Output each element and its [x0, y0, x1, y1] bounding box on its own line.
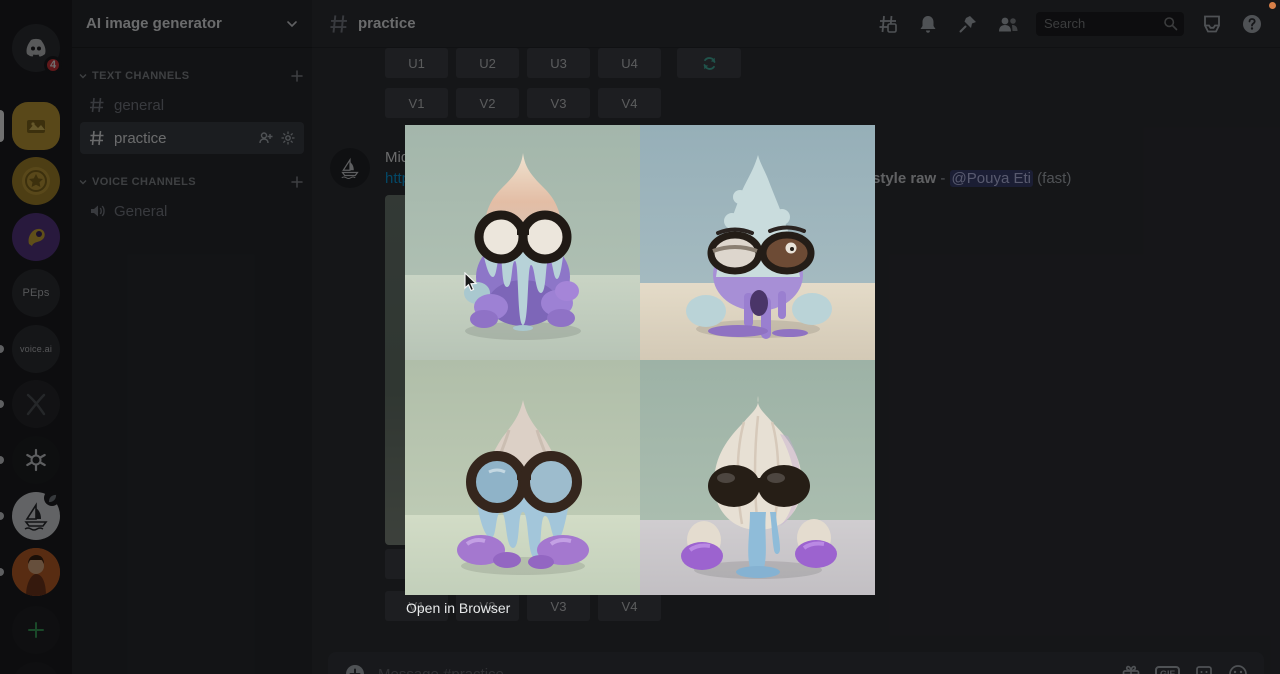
- discord-app: 4 PEps voice.ai: [0, 0, 1280, 674]
- generated-image-bottom-right: [640, 360, 875, 595]
- generated-image-top-left: [405, 125, 640, 360]
- recording-indicator-dot: [1269, 2, 1276, 9]
- open-in-browser-link[interactable]: Open in Browser: [406, 600, 510, 616]
- generated-image-top-right: [640, 125, 875, 360]
- image-preview-modal[interactable]: [405, 125, 875, 595]
- generated-image-bottom-left: [405, 360, 640, 595]
